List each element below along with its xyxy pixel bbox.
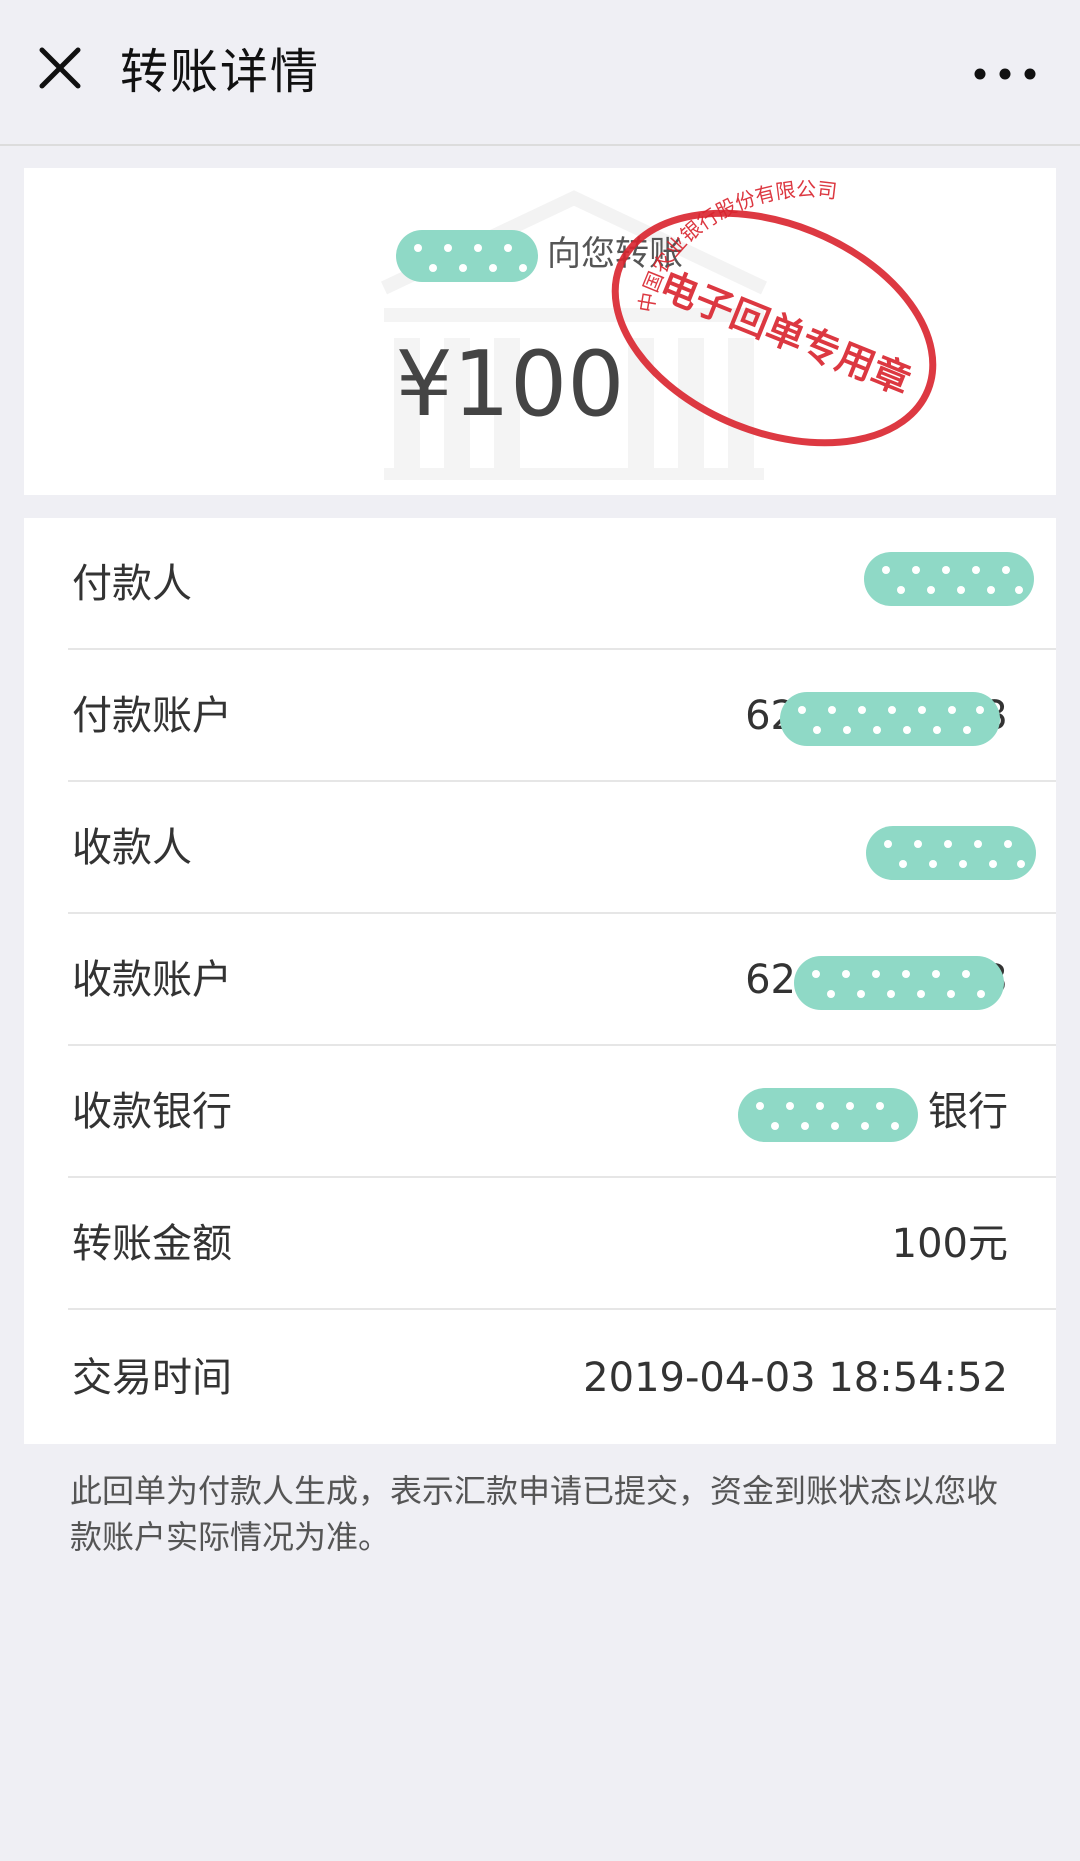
redaction-mask: [864, 552, 1034, 606]
electronic-receipt-stamp: 中国农业银行股份有限公司 电子回单专用章: [611, 178, 937, 447]
top-bar: 转账详情: [0, 0, 1080, 146]
detail-value: 银行: [928, 1089, 1008, 1135]
redaction-mask: [794, 956, 1004, 1010]
stamp-center-text: 电子回单专用章: [654, 262, 918, 403]
detail-value: 2019-04-03 18:54:52: [583, 1355, 1008, 1401]
detail-value: 100元: [891, 1221, 1008, 1267]
detail-label: 交易时间: [72, 1355, 232, 1401]
detail-label: 收款银行: [72, 1089, 232, 1135]
redaction-mask: [738, 1088, 918, 1142]
detail-row-time: 交易时间 2019-04-03 18:54:52: [24, 1312, 1056, 1444]
detail-row-payee-bank: 收款银行 银行: [24, 1046, 1056, 1178]
detail-label: 付款人: [72, 561, 192, 607]
transfer-detail-page: 转账详情 向您转账 ¥100 中国农业银行股份有限公司 电子回单专用章 付款人 …: [0, 0, 1080, 1861]
more-horizontal-icon[interactable]: [970, 52, 1040, 96]
redaction-mask: [396, 230, 538, 282]
detail-value-prefix: 62: [745, 957, 796, 1003]
detail-row-payer-account: 付款账户 62 3: [24, 650, 1056, 782]
row-divider: [68, 1308, 1056, 1310]
redaction-mask: [780, 692, 1000, 746]
detail-row-payee-account: 收款账户 62 3: [24, 914, 1056, 1046]
amount-card: 向您转账 ¥100 中国农业银行股份有限公司 电子回单专用章: [24, 168, 1056, 495]
detail-label: 付款账户: [72, 693, 232, 739]
detail-label: 收款账户: [72, 957, 232, 1003]
detail-label: 转账金额: [72, 1221, 232, 1267]
detail-row-payer: 付款人: [24, 518, 1056, 650]
receipt-footnote: 此回单为付款人生成，表示汇款申请已提交，资金到账状态以您收款账户实际情况为准。: [70, 1472, 999, 1556]
detail-label: 收款人: [72, 825, 192, 871]
redaction-mask: [866, 826, 1036, 880]
page-title: 转账详情: [120, 44, 321, 100]
transfer-details-list: 付款人 付款账户 62 3: [24, 518, 1056, 1444]
detail-row-payee: 收款人: [24, 782, 1056, 914]
close-icon[interactable]: [32, 40, 88, 96]
detail-row-amount: 转账金额 100元: [24, 1178, 1056, 1310]
